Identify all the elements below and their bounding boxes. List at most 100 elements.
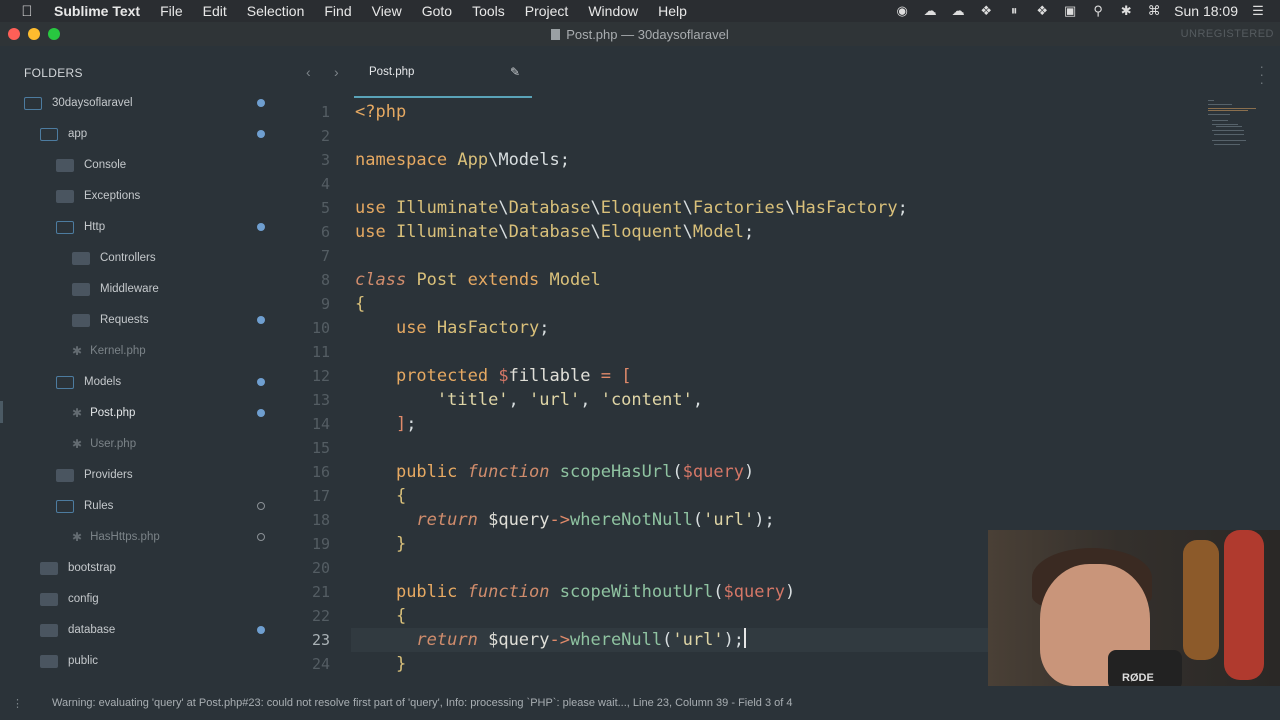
folder-closed-icon xyxy=(72,282,90,296)
menu-help[interactable]: Help xyxy=(648,3,697,19)
sidebar-item-label: User.php xyxy=(90,438,137,450)
sidebar-item-30daysoflaravel[interactable]: 30daysoflaravel xyxy=(24,92,133,114)
code-line: 8 class Post extends Model xyxy=(320,270,601,290)
sidebar-item-user-php[interactable]: ✱ User.php xyxy=(72,433,136,455)
spotlight-search-icon[interactable]: ⚲ xyxy=(1090,3,1106,19)
sidebar-item-label: Requests xyxy=(100,314,149,326)
sidebar-item-http[interactable]: Http xyxy=(56,216,105,238)
code-line: 3 namespace App\Models; xyxy=(320,150,570,170)
folder-closed-icon xyxy=(56,158,74,172)
sidebar-item-database[interactable]: database xyxy=(40,619,115,641)
modified-status-dot xyxy=(257,409,265,417)
sidebar-item-rules[interactable]: Rules xyxy=(56,495,113,517)
sidebar-item-middleware[interactable]: Middleware xyxy=(72,278,159,300)
grid-app-icon[interactable]: ❖ xyxy=(1034,3,1050,19)
storage-icon[interactable]: ▣ xyxy=(1062,3,1078,19)
sidebar-item-post-php[interactable]: ✱ Post.php xyxy=(72,402,135,424)
panel-toggle-icon[interactable]: ⋮ xyxy=(12,697,32,710)
modified-status-dot xyxy=(257,99,265,107)
screen-record-icon[interactable]: ◉ xyxy=(894,3,910,19)
sidebar-item-label: database xyxy=(68,624,116,636)
sidebar-item-providers[interactable]: Providers xyxy=(56,464,133,486)
sidebar-item-exceptions[interactable]: Exceptions xyxy=(56,185,140,207)
cloud-sync-icon[interactable]: ☁ xyxy=(950,3,966,19)
guitar-image xyxy=(1224,530,1264,680)
minimap[interactable] xyxy=(1208,100,1268,150)
sidebar-item-label: Rules xyxy=(84,500,114,512)
modified-status-dot xyxy=(257,378,265,386)
sidebar-item-bootstrap[interactable]: bootstrap xyxy=(40,557,116,579)
more-options-icon[interactable]: · · · xyxy=(1259,59,1264,89)
code-line: 1 <?php xyxy=(320,102,407,122)
window-title-bar: Post.php — 30daysoflaravel UNREGISTERED xyxy=(0,22,1280,46)
tab-post-php[interactable]: Post.php ✎ xyxy=(354,46,532,98)
folder-open-icon xyxy=(56,375,74,389)
code-line: 7 xyxy=(320,247,330,265)
folder-open-icon xyxy=(56,499,74,513)
menu-clock[interactable]: Sun 18:09 xyxy=(1174,3,1238,19)
sidebar-item-requests[interactable]: Requests xyxy=(72,309,149,331)
untracked-status-dot xyxy=(257,502,265,510)
sidebar-item-models[interactable]: Models xyxy=(56,371,121,393)
folder-open-icon xyxy=(40,127,58,141)
folder-closed-icon xyxy=(40,654,58,668)
apple-menu-icon[interactable]:  xyxy=(0,3,54,20)
menu-edit[interactable]: Edit xyxy=(193,3,237,19)
sidebar-item-label: Http xyxy=(84,221,106,233)
code-line: 17 { xyxy=(311,486,407,506)
sidebar-item-label: Models xyxy=(84,376,122,388)
sidebar-item-label: 30daysoflaravel xyxy=(52,97,133,109)
control-center-icon[interactable]: ☰ xyxy=(1250,3,1266,19)
webcam-overlay: RØDE xyxy=(988,530,1280,686)
sidebar-item-label: public xyxy=(68,655,99,667)
code-line: 11 xyxy=(311,343,330,361)
menu-find[interactable]: Find xyxy=(314,3,361,19)
folder-open-icon xyxy=(24,96,42,110)
menu-window[interactable]: Window xyxy=(578,3,648,19)
code-line: 5 use Illuminate\Database\Eloquent\Factor… xyxy=(320,198,908,218)
bluetooth-icon[interactable]: ✱ xyxy=(1118,3,1134,19)
sidebar-item-label: Kernel.php xyxy=(90,345,146,357)
sidebar-item-console[interactable]: Console xyxy=(56,154,126,176)
wifi-icon[interactable]: ⌘ xyxy=(1146,3,1162,19)
window-title: Post.php — 30daysoflaravel xyxy=(0,27,1280,42)
sidebar-item-public[interactable]: public xyxy=(40,650,98,672)
folder-open-icon xyxy=(56,220,74,234)
window-title-text: Post.php — 30daysoflaravel xyxy=(566,26,729,42)
menu-goto[interactable]: Goto xyxy=(412,3,462,19)
sidebar-header: FOLDERS xyxy=(24,66,83,80)
sidebar-selection-indicator xyxy=(0,401,3,423)
nav-back-icon[interactable]: ‹ xyxy=(306,64,311,80)
zoom-window-button[interactable] xyxy=(48,28,60,40)
minimize-window-button[interactable] xyxy=(28,28,40,40)
folder-closed-icon xyxy=(72,313,90,327)
code-line: 2 xyxy=(320,127,330,145)
close-window-button[interactable] xyxy=(8,28,20,40)
tab-label: Post.php xyxy=(369,66,415,78)
menu-selection[interactable]: Selection xyxy=(237,3,315,19)
status-bar: ⋮ Warning: evaluating 'query' at Post.ph… xyxy=(0,686,1280,720)
status-message: Warning: evaluating 'query' at Post.php#… xyxy=(52,697,793,709)
pause-icon[interactable]: ⏸ xyxy=(1006,3,1022,19)
sidebar-item-label: Controllers xyxy=(100,252,156,264)
modified-status-dot xyxy=(257,130,265,138)
sidebar-item-label: Middleware xyxy=(100,283,159,295)
sidebar-item-hashttps-php[interactable]: ✱ HasHttps.php xyxy=(72,526,160,548)
window-controls xyxy=(0,28,60,40)
menu-file[interactable]: File xyxy=(150,3,193,19)
sidebar-item-label: config xyxy=(68,593,99,605)
menu-project[interactable]: Project xyxy=(515,3,579,19)
app-menu[interactable]: Sublime Text xyxy=(54,3,150,19)
folder-closed-icon xyxy=(56,189,74,203)
modified-status-dot xyxy=(257,223,265,231)
menu-tools[interactable]: Tools xyxy=(462,3,515,19)
sidebar-item-kernel-php[interactable]: ✱ Kernel.php xyxy=(72,340,146,362)
nav-forward-icon[interactable]: › xyxy=(334,64,339,80)
code-line: 16 public function scopeHasUrl($query) xyxy=(311,462,755,482)
menu-view[interactable]: View xyxy=(362,3,412,19)
dropbox-icon[interactable]: ❖ xyxy=(978,3,994,19)
sidebar-item-config[interactable]: config xyxy=(40,588,99,610)
creative-cloud-icon[interactable]: ☁ xyxy=(922,3,938,19)
sidebar-item-controllers[interactable]: Controllers xyxy=(72,247,156,269)
sidebar-item-app[interactable]: app xyxy=(40,123,87,145)
